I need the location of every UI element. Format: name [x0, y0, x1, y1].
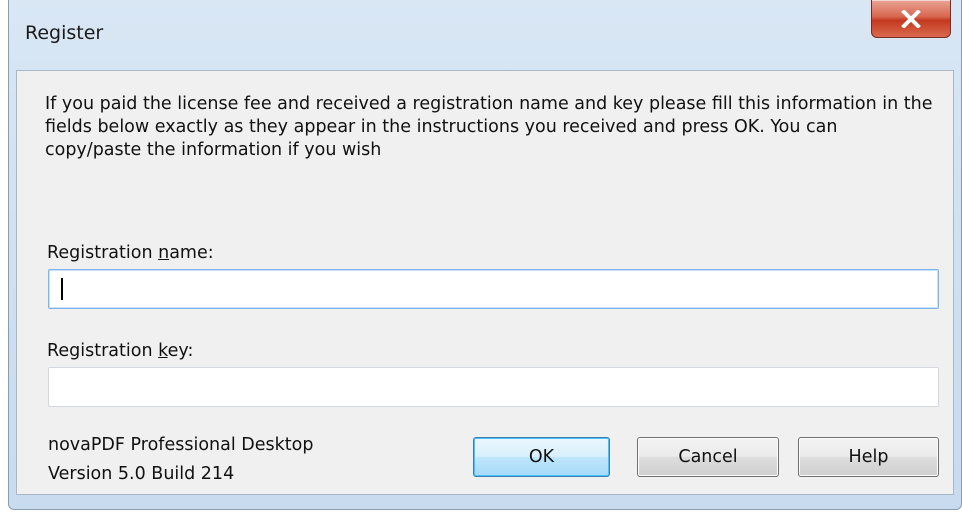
text-caret: [61, 278, 63, 300]
registration-key-label: Registration key:: [47, 341, 194, 361]
close-button[interactable]: [871, 0, 951, 38]
cancel-button[interactable]: Cancel: [637, 437, 779, 477]
registration-key-input[interactable]: [48, 367, 939, 407]
ok-button[interactable]: OK: [473, 437, 610, 477]
product-version: Version 5.0 Build 214: [48, 464, 235, 484]
registration-name-input[interactable]: [48, 269, 939, 309]
product-info: novaPDF Professional Desktop Version 5.0…: [48, 431, 313, 489]
registration-name-label: Registration name:: [47, 243, 214, 263]
register-dialog: Register If you paid the license fee and…: [8, 0, 962, 510]
instructions-text: If you paid the license fee and received…: [45, 94, 933, 160]
help-button[interactable]: Help: [798, 437, 939, 477]
close-x-icon: [900, 9, 922, 28]
dialog-body: If you paid the license fee and received…: [16, 70, 954, 495]
title-bar[interactable]: Register: [9, 0, 961, 70]
window-title: Register: [25, 22, 104, 44]
product-name: novaPDF Professional Desktop: [48, 435, 314, 455]
